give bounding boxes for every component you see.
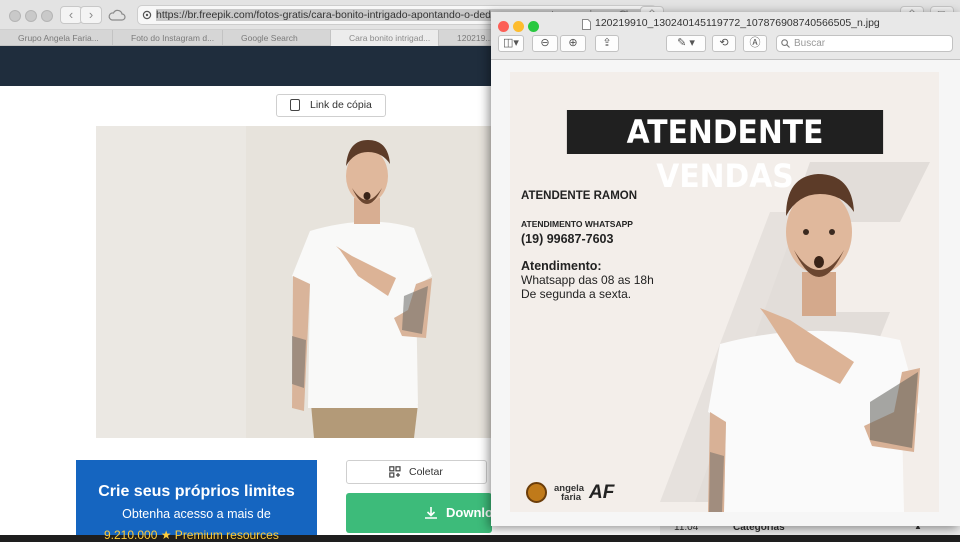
close-window-button[interactable] <box>9 10 21 22</box>
forward-button[interactable]: › <box>80 6 102 24</box>
site-settings-icon <box>142 10 152 20</box>
rotate-button[interactable]: ⟲ <box>712 35 736 52</box>
preview-window: 120219910_130240145119772_10787690874056… <box>491 12 960 526</box>
image-file-icon <box>582 19 591 30</box>
promo-subtitle: Obtenha acesso a mais de <box>122 507 271 521</box>
man-pointing-photo <box>96 126 492 438</box>
copy-link-button[interactable]: Link de cópia <box>276 94 386 117</box>
tab-grupo-angela[interactable]: Grupo Angela Faria... <box>0 30 113 46</box>
zoom-in-icon: ⊕ <box>568 37 578 49</box>
copy-link-label: Link de cópia <box>310 99 372 111</box>
close-dot-icon <box>498 21 509 32</box>
promo-title: Crie seus próprios limites <box>98 483 295 500</box>
sidebar-icon: ◫▾ <box>503 37 519 49</box>
share-icon: ⇪ <box>602 37 612 49</box>
tab-freepik[interactable]: Cara bonito intrigad... <box>331 30 439 46</box>
promo-teaser: 9.210.000 ★ Premium resources <box>104 528 279 542</box>
collect-label: Coletar <box>409 466 443 478</box>
brand-badge-icon <box>526 482 547 503</box>
share-button[interactable]: ⇪ <box>595 35 619 52</box>
minimize-window-button[interactable] <box>513 19 524 32</box>
collect-button[interactable]: Coletar <box>346 460 487 484</box>
zoom-in-button[interactable]: ⊕ <box>560 35 586 52</box>
search-placeholder: Buscar <box>794 38 826 49</box>
markup-pen-button[interactable]: ✎ ▾ <box>666 35 706 52</box>
zoom-window-button[interactable] <box>41 10 53 22</box>
flyer-headline: ATENDENTE VENDAS <box>566 110 884 195</box>
minimize-window-button[interactable] <box>25 10 37 22</box>
document-title: 120219910_130240145119772_10787690874056… <box>595 17 880 29</box>
hours-line-1: Whatsapp das 08 as 18h <box>521 273 654 287</box>
download-icon <box>425 507 437 519</box>
whatsapp-label: ATENDIMENTO WHATSAPP <box>521 219 633 229</box>
download-label: Downlo <box>446 505 493 520</box>
zoom-dot-icon <box>528 21 539 32</box>
zoom-out-icon: ⊖ <box>540 37 550 49</box>
markup-toolbar-button[interactable]: Ⓐ <box>743 35 767 52</box>
rotate-icon: ⟲ <box>719 37 729 49</box>
icloud-tabs-button[interactable] <box>108 8 126 21</box>
image-canvas[interactable]: ATENDENTE VENDAS ATENDENTE RAMON ATENDIM… <box>491 61 960 526</box>
premium-promo-banner[interactable]: Crie seus próprios limites Obtenha acess… <box>76 460 317 542</box>
tab-instagram[interactable]: Foto do Instagram d... <box>113 30 223 46</box>
preview-titlebar: 120219910_130240145119772_10787690874056… <box>491 12 960 60</box>
download-button[interactable]: Downlo <box>346 493 493 533</box>
search-icon <box>781 39 790 48</box>
phone-number: (19) 99687-7603 <box>521 232 614 246</box>
chevron-right-icon: › <box>88 7 94 22</box>
markup-icon: Ⓐ <box>749 37 761 49</box>
hours-label: Atendimento: <box>521 259 602 273</box>
search-field[interactable]: Buscar <box>776 35 953 52</box>
copy-icon <box>290 99 300 111</box>
minimize-dot-icon <box>513 21 524 32</box>
stock-photo[interactable] <box>96 126 492 438</box>
hours-line-2: De segunda a sexta. <box>521 287 632 301</box>
back-button[interactable]: ‹ <box>60 6 82 24</box>
brand-logo-mark: AF <box>589 482 615 503</box>
close-window-button[interactable] <box>498 19 509 32</box>
flyer-image: ATENDENTE VENDAS ATENDENTE RAMON ATENDIM… <box>510 72 939 512</box>
zoom-window-button[interactable] <box>528 19 539 32</box>
collection-icon <box>389 466 401 478</box>
header-banner <box>0 46 492 86</box>
attendant-name: ATENDENTE RAMON <box>521 190 638 202</box>
tab-image[interactable]: 120219... <box>439 30 492 46</box>
tab-google-search[interactable]: Google Search <box>223 30 331 46</box>
pen-icon: ✎ ▾ <box>677 37 695 49</box>
zoom-out-button[interactable]: ⊖ <box>532 35 558 52</box>
chevron-left-icon: ‹ <box>68 7 74 22</box>
cloud-icon <box>108 9 126 21</box>
sidebar-toggle-button[interactable]: ◫▾ <box>498 35 524 52</box>
brand-name-line-2: faria <box>561 492 582 503</box>
